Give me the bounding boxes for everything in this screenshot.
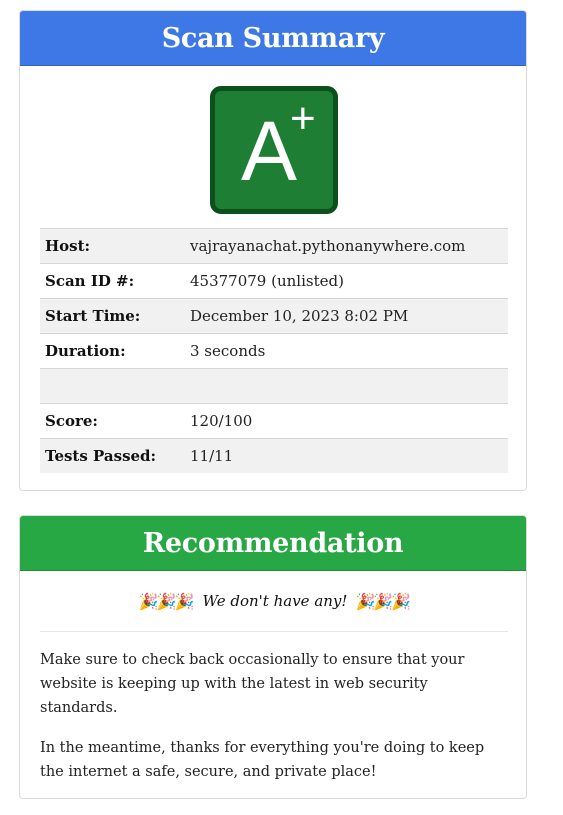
table-row-scan-id: Scan ID #: 45377079 (unlisted) [40, 263, 508, 299]
scan-summary-card: Scan Summary A + Host: vajrayanachat.pyt… [19, 10, 527, 491]
scan-summary-title: Scan Summary [20, 11, 526, 66]
table-row-empty [40, 368, 508, 404]
recommendation-paragraph: Make sure to check back occasionally to … [40, 652, 465, 716]
table-row-start-time: Start Time: December 10, 2023 8:02 PM [40, 298, 508, 334]
grade-letter: A [241, 104, 298, 198]
duration-label: Duration: [40, 333, 185, 369]
scan-id-label: Scan ID #: [40, 263, 185, 299]
recommendation-body: 🎉🎉🎉 We don't have any! 🎉🎉🎉 Make sure to … [40, 571, 508, 784]
empty-label [40, 368, 185, 404]
duration-value: 3 seconds [185, 333, 508, 369]
tests-passed-label: Tests Passed: [40, 438, 185, 473]
grade-badge: A + [210, 86, 338, 214]
tests-passed-value: 11/11 [185, 438, 508, 473]
grade-modifier: + [290, 94, 316, 143]
table-row-score: Score: 120/100 [40, 403, 508, 439]
start-time-label: Start Time: [40, 298, 185, 334]
table-row-host: Host: vajrayanachat.pythonanywhere.com [40, 228, 508, 264]
recommendation-card: Recommendation 🎉🎉🎉 We don't have any! 🎉🎉… [19, 515, 527, 799]
table-row-duration: Duration: 3 seconds [40, 333, 508, 369]
start-time-value: December 10, 2023 8:02 PM [185, 298, 508, 334]
scan-details-table: Host: vajrayanachat.pythonanywhere.com S… [40, 228, 508, 473]
score-value: 120/100 [185, 403, 508, 439]
recommendation-headline-row: 🎉🎉🎉 We don't have any! 🎉🎉🎉 [40, 571, 508, 632]
party-popper-icon: 🎉🎉🎉 [355, 591, 411, 611]
recommendation-title: Recommendation [20, 516, 526, 571]
table-row-tests-passed: Tests Passed: 11/11 [40, 438, 508, 473]
grade-section: A + [20, 66, 526, 230]
party-popper-icon: 🎉🎉🎉 [138, 591, 195, 611]
host-label: Host: [40, 228, 185, 264]
recommendation-paragraph: In the meantime, thanks for everything y… [40, 740, 485, 780]
score-label: Score: [40, 403, 185, 439]
scan-id-value: 45377079 (unlisted) [185, 263, 508, 299]
recommendation-headline: We don't have any! [202, 592, 348, 610]
empty-value [185, 368, 508, 404]
host-value: vajrayanachat.pythonanywhere.com [185, 228, 508, 264]
